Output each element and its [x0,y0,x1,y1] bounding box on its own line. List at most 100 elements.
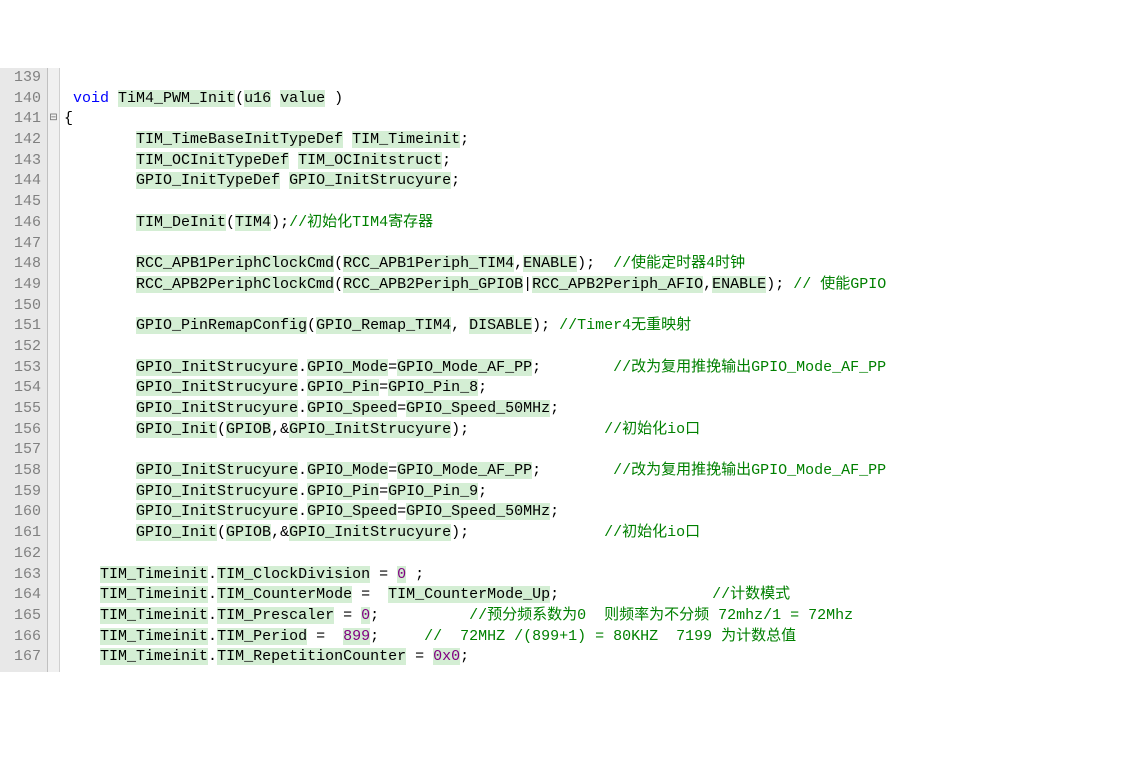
fold-marker[interactable] [48,296,59,317]
line-number[interactable]: 141 [10,109,41,130]
code-line[interactable]: TIM_DeInit(TIM4);//初始化TIM4寄存器 [64,213,1130,234]
line-number-gutter[interactable]: 1391401411421431441451461471481491501511… [0,68,48,672]
line-number[interactable]: 163 [10,565,41,586]
fold-marker[interactable] [48,171,59,192]
code-editor[interactable]: 1391401411421431441451461471481491501511… [0,68,1130,672]
code-token: TIM_Timeinit [100,648,208,665]
code-line[interactable]: GPIO_InitStrucyure.GPIO_Pin=GPIO_Pin_8; [64,378,1130,399]
code-line[interactable] [64,68,1130,89]
code-line[interactable]: TIM_Timeinit.TIM_RepetitionCounter = 0x0… [64,647,1130,668]
fold-marker[interactable] [48,316,59,337]
code-line[interactable]: GPIO_PinRemapConfig(GPIO_Remap_TIM4, DIS… [64,316,1130,337]
line-number[interactable]: 150 [10,296,41,317]
line-number[interactable]: 153 [10,358,41,379]
fold-marker[interactable] [48,461,59,482]
line-number[interactable]: 143 [10,151,41,172]
fold-marker[interactable] [48,151,59,172]
code-line[interactable]: GPIO_InitTypeDef GPIO_InitStrucyure; [64,171,1130,192]
code-line[interactable] [64,337,1130,358]
code-line[interactable]: GPIO_InitStrucyure.GPIO_Pin=GPIO_Pin_9; [64,482,1130,503]
line-number[interactable]: 154 [10,378,41,399]
code-line[interactable] [64,192,1130,213]
code-line[interactable] [64,234,1130,255]
line-number[interactable]: 165 [10,606,41,627]
fold-marker[interactable] [48,378,59,399]
line-number[interactable]: 156 [10,420,41,441]
fold-marker[interactable] [48,192,59,213]
code-line[interactable]: GPIO_Init(GPIOB,&GPIO_InitStrucyure); //… [64,420,1130,441]
comment: //预分频系数为0 则频率为不分频 72mhz/1 = 72Mhz [469,607,853,624]
code-token: GPIO_Pin [307,379,379,396]
line-number[interactable]: 147 [10,234,41,255]
fold-marker[interactable] [48,358,59,379]
fold-marker[interactable] [48,606,59,627]
line-number[interactable]: 151 [10,316,41,337]
line-number[interactable]: 139 [10,68,41,89]
fold-marker[interactable] [48,647,59,668]
code-line[interactable]: TIM_Timeinit.TIM_Period = 899; // 72MHZ … [64,627,1130,648]
fold-marker[interactable] [48,544,59,565]
line-number[interactable]: 142 [10,130,41,151]
code-line[interactable]: TIM_Timeinit.TIM_Prescaler = 0; //预分频系数为… [64,606,1130,627]
line-number[interactable]: 155 [10,399,41,420]
code-line[interactable]: TIM_TimeBaseInitTypeDef TIM_Timeinit; [64,130,1130,151]
line-number[interactable]: 146 [10,213,41,234]
fold-marker[interactable] [48,585,59,606]
code-line[interactable] [64,440,1130,461]
code-token [109,90,118,107]
fold-marker[interactable]: ⊟ [48,109,59,130]
line-number[interactable]: 152 [10,337,41,358]
line-number[interactable]: 145 [10,192,41,213]
fold-marker[interactable] [48,523,59,544]
code-token: TIM4 [235,214,271,231]
line-number[interactable]: 158 [10,461,41,482]
fold-marker[interactable] [48,482,59,503]
code-line[interactable]: TIM_Timeinit.TIM_CounterMode = TIM_Count… [64,585,1130,606]
fold-marker[interactable] [48,130,59,151]
code-line[interactable]: GPIO_Init(GPIOB,&GPIO_InitStrucyure); //… [64,523,1130,544]
code-area[interactable]: void TiM4_PWM_Init(u16 value ){ TIM_Time… [60,68,1130,672]
fold-marker[interactable] [48,68,59,89]
fold-column[interactable]: ⊟ [48,68,60,672]
fold-marker[interactable] [48,502,59,523]
fold-marker[interactable] [48,399,59,420]
fold-marker[interactable] [48,275,59,296]
fold-marker[interactable] [48,440,59,461]
fold-marker[interactable] [48,420,59,441]
fold-marker[interactable] [48,254,59,275]
line-number[interactable]: 164 [10,585,41,606]
line-number[interactable]: 148 [10,254,41,275]
code-line[interactable]: { [64,109,1130,130]
code-token: GPIO_Speed [307,400,397,417]
line-number[interactable]: 166 [10,627,41,648]
fold-marker[interactable] [48,89,59,110]
code-line[interactable]: GPIO_InitStrucyure.GPIO_Mode=GPIO_Mode_A… [64,461,1130,482]
code-line[interactable]: TIM_Timeinit.TIM_ClockDivision = 0 ; [64,565,1130,586]
code-line[interactable]: TIM_OCInitTypeDef TIM_OCInitstruct; [64,151,1130,172]
code-token [271,90,280,107]
fold-marker[interactable] [48,627,59,648]
code-line[interactable]: GPIO_InitStrucyure.GPIO_Speed=GPIO_Speed… [64,502,1130,523]
code-line[interactable] [64,296,1130,317]
line-number[interactable]: 157 [10,440,41,461]
line-number[interactable]: 162 [10,544,41,565]
line-number[interactable]: 161 [10,523,41,544]
line-number[interactable]: 140 [10,89,41,110]
line-number[interactable]: 149 [10,275,41,296]
code-line[interactable]: GPIO_InitStrucyure.GPIO_Mode=GPIO_Mode_A… [64,358,1130,379]
fold-marker[interactable] [48,234,59,255]
line-number[interactable]: 144 [10,171,41,192]
code-token: GPIO_Remap_TIM4 [316,317,451,334]
code-line[interactable]: RCC_APB2PeriphClockCmd(RCC_APB2Periph_GP… [64,275,1130,296]
code-token: GPIO_Speed_50MHz [406,400,550,417]
fold-marker[interactable] [48,213,59,234]
code-line[interactable] [64,544,1130,565]
code-line[interactable]: RCC_APB1PeriphClockCmd(RCC_APB1Periph_TI… [64,254,1130,275]
fold-marker[interactable] [48,565,59,586]
code-line[interactable]: GPIO_InitStrucyure.GPIO_Speed=GPIO_Speed… [64,399,1130,420]
line-number[interactable]: 160 [10,502,41,523]
line-number[interactable]: 167 [10,647,41,668]
code-line[interactable]: void TiM4_PWM_Init(u16 value ) [64,89,1130,110]
fold-marker[interactable] [48,337,59,358]
line-number[interactable]: 159 [10,482,41,503]
